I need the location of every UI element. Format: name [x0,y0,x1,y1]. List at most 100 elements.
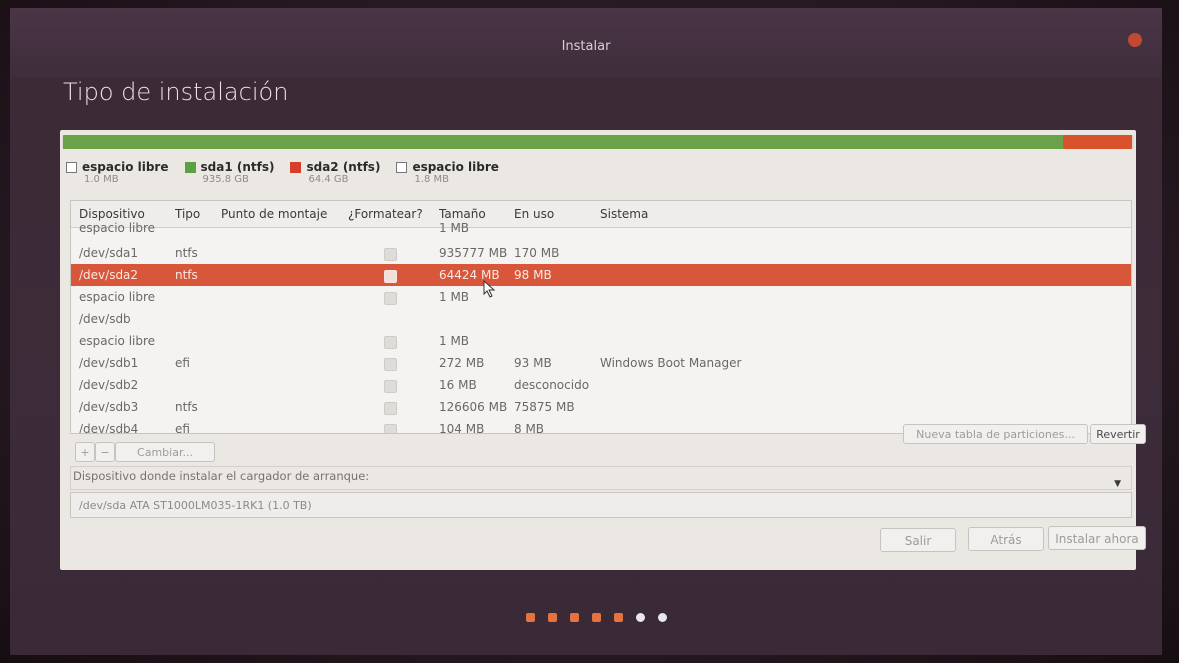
table-row[interactable]: espacio libre 1 MB [71,221,1131,242]
cell-device: espacio libre [79,290,156,304]
cell-used: 170 MB [514,246,560,260]
legend-swatch [396,161,408,173]
col-header-mount[interactable]: Punto de montaje [221,207,327,221]
format-checkbox[interactable] [384,402,397,415]
format-checkbox[interactable] [384,336,397,349]
partition-legend: espacio libre 1.0 MB sda1 (ntfs) 935.8 G… [66,160,499,185]
cell-device: /dev/sdb2 [79,378,139,392]
partition-bar-sda2 [1063,135,1133,149]
format-checkbox[interactable] [384,380,397,393]
col-header-type[interactable]: Tipo [175,207,200,221]
cell-type: ntfs [175,246,198,260]
window-title: Instalar [561,39,611,54]
table-row[interactable]: /dev/sdb2 16 MB desconocido [71,374,1131,396]
step-dot-completed [548,613,557,622]
legend-item: espacio libre 1.0 MB [66,160,169,185]
cell-device: espacio libre [79,334,156,348]
step-progress-indicator [526,613,667,622]
step-dot-completed [526,613,535,622]
cell-size: 104 MB [439,422,485,434]
format-checkbox[interactable] [384,248,397,261]
col-header-system[interactable]: Sistema [600,207,648,221]
cell-type: ntfs [175,268,198,282]
quit-button[interactable]: Salir [880,528,956,552]
cell-type: ntfs [175,400,198,414]
format-checkbox[interactable] [384,358,397,371]
legend-label: sda2 (ntfs) [306,160,381,174]
title-bar: Instalar [10,8,1162,78]
legend-label: espacio libre [412,160,499,174]
legend-label: sda1 (ntfs) [200,160,275,174]
cell-size: 272 MB [439,356,485,370]
cell-size: 1 MB [439,221,470,235]
table-row-selected[interactable]: /dev/sda2 ntfs 64424 MB 98 MB [71,264,1131,286]
col-header-format[interactable]: ¿Formatear? [348,207,423,221]
table-body: espacio libre 1 MB /dev/sda1 ntfs 935777… [71,221,1131,434]
page-title: Tipo de instalación [63,78,289,106]
cell-device: /dev/sda1 [79,246,139,260]
format-checkbox[interactable] [384,292,397,305]
legend-size: 1.0 MB [84,174,119,185]
partition-table: Dispositivo Tipo Punto de montaje ¿Forma… [70,200,1132,434]
cell-used: desconocido [514,378,590,392]
cell-size: 935777 MB [439,246,508,260]
table-row[interactable]: /dev/sdb3 ntfs 126606 MB 75875 MB [71,396,1131,418]
cell-used: 75875 MB [514,400,575,414]
legend-swatch [290,161,302,173]
cell-device: /dev/sdb3 [79,400,139,414]
cell-used: 98 MB [514,268,552,282]
step-dot-completed [614,613,623,622]
cell-size: 16 MB [439,378,477,392]
close-button[interactable] [1128,33,1142,47]
cell-device: /dev/sdb4 [79,422,139,434]
col-header-used[interactable]: En uso [514,207,554,221]
cell-type: efi [175,356,190,370]
cell-device: /dev/sdb [79,312,131,326]
step-dot-completed [570,613,579,622]
cell-system: Windows Boot Manager [600,356,742,370]
remove-partition-button[interactable]: − [95,442,115,462]
bootloader-label: Dispositivo donde instalar el cargador d… [73,469,370,483]
cell-size: 1 MB [439,290,470,304]
table-row[interactable]: espacio libre 1 MB [71,286,1131,308]
add-partition-button[interactable]: + [75,442,95,462]
bootloader-device-select[interactable]: /dev/sda ATA ST1000LM035-1RK1 (1.0 TB) ▼ [70,479,1132,518]
table-row[interactable]: /dev/sdb [71,308,1131,330]
legend-size: 935.8 GB [202,174,249,185]
legend-item: sda2 (ntfs) 64.4 GB [290,160,380,185]
table-header: Dispositivo Tipo Punto de montaje ¿Forma… [71,201,1131,228]
legend-swatch [66,161,77,173]
change-partition-button[interactable]: Cambiar... [115,442,215,462]
legend-label: espacio libre [82,160,169,174]
format-checkbox[interactable] [384,424,397,433]
cell-type: efi [175,422,190,434]
cell-device: /dev/sdb1 [79,356,139,370]
table-row[interactable]: /dev/sdb1 efi 272 MB 93 MB Windows Boot … [71,352,1131,374]
back-button[interactable]: Atrás [968,527,1044,551]
table-row[interactable]: espacio libre 1 MB [71,330,1131,352]
legend-size: 64.4 GB [308,174,349,185]
cell-device: /dev/sda2 [79,268,139,282]
table-row[interactable]: /dev/sda1 ntfs 935777 MB 170 MB [71,242,1131,264]
new-partition-table-button[interactable]: Nueva tabla de particiones... [903,424,1088,444]
cell-used: 8 MB [514,422,545,434]
dropdown-arrow-icon: ▼ [1114,479,1121,489]
partition-bar [62,135,1134,149]
legend-item: sda1 (ntfs) 935.8 GB [184,160,275,185]
col-header-device[interactable]: Dispositivo [79,207,145,221]
partition-bar-free-2 [1132,135,1134,149]
format-checkbox[interactable] [384,270,397,283]
cell-device: espacio libre [79,221,156,235]
legend-size: 1.8 MB [414,174,450,185]
mouse-pointer-icon [483,280,496,298]
legend-swatch [184,161,196,173]
cell-used: 93 MB [514,356,552,370]
install-now-button[interactable]: Instalar ahora [1048,526,1146,550]
col-header-size[interactable]: Tamaño [439,207,486,221]
step-dot-completed [592,613,601,622]
step-dot-pending [636,613,645,622]
revert-button[interactable]: Revertir [1090,424,1146,444]
bootloader-device-value: /dev/sda ATA ST1000LM035-1RK1 (1.0 TB) [79,499,312,512]
partition-bar-sda1 [63,135,1064,149]
legend-item: espacio libre 1.8 MB [396,160,499,185]
